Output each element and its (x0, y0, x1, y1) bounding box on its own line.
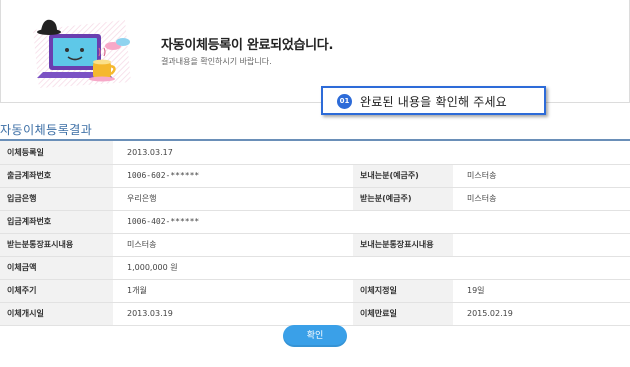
row-label: 이체금액 (0, 256, 113, 280)
row-value (453, 233, 630, 257)
tooltip-text: 완료된 내용을 확인해 주세요 (360, 95, 507, 109)
row-value: 1006-602-****** (113, 164, 353, 188)
row-value: 19일 (453, 279, 630, 303)
row-label: 보내는분통장표시내용 (353, 233, 453, 257)
result-table: 이체등록일 2013.03.17 출금계좌번호 1006-602-****** 보내는분… (0, 141, 630, 326)
table-row: 이체금액 1,000,000 원 (0, 256, 630, 280)
row-value: 미스터송 (453, 187, 630, 211)
row-value: 2013.03.19 (113, 302, 353, 326)
tooltip-step-number: 01 (337, 94, 352, 109)
row-label: 받는분통장표시내용 (0, 233, 113, 257)
table-row: 받는분통장표시내용 미스터송 보내는분통장표시내용 (0, 233, 630, 257)
row-value: 1006-402-****** (113, 210, 630, 234)
table-row: 입금계좌번호 1006-402-****** (0, 210, 630, 234)
row-label: 이체만료일 (353, 302, 453, 326)
table-row: 이체개시일 2013.03.19 이체만료일 2015.02.19 (0, 302, 630, 326)
row-label: 이체지정일 (353, 279, 453, 303)
guide-tooltip: 01 완료된 내용을 확인해 주세요 (321, 86, 546, 115)
completion-title: 자동이체등록이 완료되었습니다. (161, 38, 334, 53)
row-value: 1,000,000 원 (113, 256, 630, 280)
row-value: 1개월 (113, 279, 353, 303)
row-value: 미스터송 (453, 164, 630, 188)
row-value: 미스터송 (113, 233, 353, 257)
row-label: 이체등록일 (0, 141, 113, 165)
row-label: 받는분(예금주) (353, 187, 453, 211)
table-row: 이체주기 1개월 이체지정일 19일 (0, 279, 630, 303)
row-label: 출금계좌번호 (0, 164, 113, 188)
table-row: 입금은행 우리은행 받는분(예금주) 미스터송 (0, 187, 630, 211)
row-value: 2015.02.19 (453, 302, 630, 326)
row-label: 보내는분(예금주) (353, 164, 453, 188)
row-label: 이체개시일 (0, 302, 113, 326)
row-label: 이체주기 (0, 279, 113, 303)
laptop-with-hat-and-coffee-illustration-icon (33, 19, 131, 88)
table-row: 출금계좌번호 1006-602-****** 보내는분(예금주) 미스터송 (0, 164, 630, 188)
confirm-button[interactable]: 확인 (283, 325, 347, 347)
row-value: 우리은행 (113, 187, 353, 211)
row-label: 입금은행 (0, 187, 113, 211)
completion-subtitle: 결과내용을 확인하시기 바랍니다. (161, 57, 272, 66)
row-value: 2013.03.17 (113, 141, 630, 165)
row-label: 입금계좌번호 (0, 210, 113, 234)
table-row: 이체등록일 2013.03.17 (0, 141, 630, 165)
section-title: 자동이체등록결과 (0, 123, 93, 137)
